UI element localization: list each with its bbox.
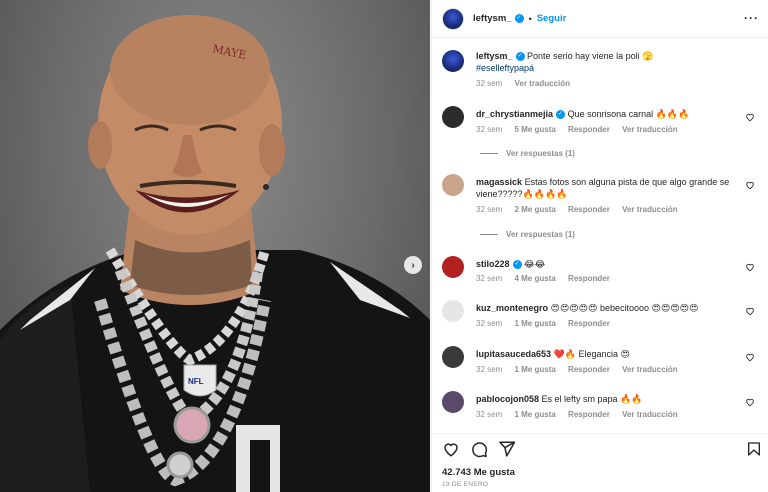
- comment-time[interactable]: 32 sem: [476, 410, 502, 419]
- verified-icon: ✓: [556, 110, 566, 120]
- caption-username[interactable]: leftysm_: [476, 51, 513, 61]
- post-header: leftysm_ ✓ • Seguir ···: [432, 0, 768, 38]
- bookmark-icon[interactable]: [746, 440, 762, 458]
- post-photo[interactable]: MAYE NFL ›: [0, 0, 430, 492]
- author-username[interactable]: leftysm_: [473, 13, 512, 24]
- chevron-right-icon: ›: [411, 259, 415, 271]
- heart-icon[interactable]: [745, 352, 755, 362]
- comment-text: dr_chrystianmejia ✓ Que sonrisona carnal …: [476, 108, 746, 120]
- comment-meta: 32 sem 5 Me gusta Responder Ver traducci…: [476, 125, 688, 134]
- comment-meta: 32 sem 4 Me gusta Responder: [476, 274, 620, 283]
- likes-count[interactable]: 42.743 Me gusta: [442, 467, 515, 478]
- reply-button[interactable]: Responder: [568, 125, 610, 134]
- comment-message: Es el lefty sm papa 🔥🔥: [541, 394, 643, 404]
- reply-button[interactable]: Responder: [568, 410, 610, 419]
- comment-time[interactable]: 32 sem: [476, 274, 502, 283]
- view-replies-button[interactable]: Ver respuestas (1): [480, 149, 575, 158]
- reply-button[interactable]: Responder: [568, 319, 610, 328]
- replies-divider: [480, 234, 498, 236]
- heart-icon[interactable]: [442, 440, 460, 458]
- comment-text: lupitasauceda653 ❤️🔥 Elegancia 😍: [476, 348, 746, 360]
- heart-icon[interactable]: [745, 112, 755, 122]
- reply-button[interactable]: Responder: [568, 205, 610, 214]
- verified-icon: ✓: [514, 14, 524, 23]
- post-date[interactable]: 19 DE ENERO: [442, 481, 488, 488]
- comment-likes[interactable]: 1 Me gusta: [514, 365, 555, 374]
- translate-button[interactable]: Ver traducción: [622, 410, 678, 419]
- comment-time[interactable]: 32 sem: [476, 365, 502, 374]
- comment-time[interactable]: 32 sem: [476, 319, 502, 328]
- action-bar: [432, 433, 768, 463]
- comment-username[interactable]: kuz_montenegro: [476, 303, 548, 313]
- comment-likes[interactable]: 5 Me gusta: [514, 125, 555, 134]
- caption-hashtag[interactable]: #eselleftypapá: [476, 63, 534, 73]
- translate-button[interactable]: Ver traducción: [622, 365, 678, 374]
- comment-icon[interactable]: [470, 440, 488, 458]
- comment-meta: 32 sem 2 Me gusta Responder Ver traducci…: [476, 205, 688, 214]
- translate-button[interactable]: Ver traducción: [622, 205, 678, 214]
- comment-meta: 32 sem 1 Me gusta Responder Ver traducci…: [476, 410, 688, 419]
- comment-message: 😂😂: [524, 259, 546, 269]
- post-photo-illustration: MAYE NFL: [0, 15, 430, 492]
- comment-text: stilo228 ✓ 😂😂: [476, 258, 746, 270]
- share-icon[interactable]: [498, 440, 516, 458]
- comment-text: magassick Estas fotos son alguna pista d…: [476, 176, 746, 200]
- commenter-avatar[interactable]: [442, 300, 464, 322]
- comment-username[interactable]: lupitasauceda653: [476, 349, 551, 359]
- comment-username[interactable]: magassick: [476, 177, 522, 187]
- separator-dot: •: [528, 13, 532, 24]
- comment-likes[interactable]: 2 Me gusta: [514, 205, 555, 214]
- comment-likes[interactable]: 1 Me gusta: [514, 319, 555, 328]
- commenter-avatar[interactable]: [442, 346, 464, 368]
- caption-text: leftysm_ ✓ Ponte serio hay viene la poli …: [476, 50, 746, 74]
- caption-meta: 32 sem Ver traducción: [476, 79, 580, 88]
- reply-button[interactable]: Responder: [568, 274, 610, 283]
- view-replies-label[interactable]: Ver respuestas (1): [506, 230, 575, 239]
- caption-translate[interactable]: Ver traducción: [514, 79, 570, 88]
- next-photo-button[interactable]: ›: [404, 256, 422, 274]
- comment-message: ❤️🔥 Elegancia 😍: [553, 349, 630, 359]
- caption-message: Ponte serio hay viene la poli 🫣: [527, 51, 654, 61]
- translate-button[interactable]: Ver traducción: [622, 125, 678, 134]
- commenter-avatar[interactable]: [442, 391, 464, 413]
- commenter-avatar[interactable]: [442, 106, 464, 128]
- svg-text:NFL: NFL: [188, 377, 204, 386]
- reply-button[interactable]: Responder: [568, 365, 610, 374]
- comments-list: leftysm_ ✓ Ponte serio hay viene la poli …: [432, 39, 768, 432]
- comment-time[interactable]: 32 sem: [476, 205, 502, 214]
- comment-text: kuz_montenegro 😍😍😍😍😍 bebecitoooo 😍😍😍😍😍: [476, 302, 746, 314]
- heart-icon[interactable]: [745, 397, 755, 407]
- comment-username[interactable]: pablocojon058: [476, 394, 539, 404]
- commenter-avatar[interactable]: [442, 256, 464, 278]
- verified-icon: ✓: [512, 260, 522, 270]
- comment-time[interactable]: 32 sem: [476, 125, 502, 134]
- comment-username[interactable]: stilo228: [476, 259, 510, 269]
- replies-divider: [480, 153, 498, 155]
- follow-button[interactable]: Seguir: [537, 13, 567, 24]
- comment-likes[interactable]: 1 Me gusta: [514, 410, 555, 419]
- comment-message: 😍😍😍😍😍 bebecitoooo 😍😍😍😍😍: [550, 303, 699, 313]
- commenter-avatar[interactable]: [442, 174, 464, 196]
- heart-icon[interactable]: [745, 306, 755, 316]
- author-avatar[interactable]: [442, 7, 464, 30]
- comment-text: pablocojon058 Es el lefty sm papa 🔥🔥: [476, 393, 746, 405]
- heart-icon[interactable]: [745, 262, 755, 272]
- comment-meta: 32 sem 1 Me gusta Responder: [476, 319, 620, 328]
- comment-likes[interactable]: 4 Me gusta: [514, 274, 555, 283]
- view-replies-label[interactable]: Ver respuestas (1): [506, 149, 575, 158]
- post-side-panel: leftysm_ ✓ • Seguir ··· leftysm_ ✓ Ponte …: [431, 0, 768, 492]
- heart-icon[interactable]: [745, 180, 755, 190]
- more-options-icon[interactable]: ···: [744, 11, 759, 25]
- verified-icon: ✓: [515, 52, 525, 62]
- comment-username[interactable]: dr_chrystianmejia: [476, 109, 553, 119]
- caption-time[interactable]: 32 sem: [476, 79, 502, 88]
- comment-meta: 32 sem 1 Me gusta Responder Ver traducci…: [476, 365, 688, 374]
- view-replies-button[interactable]: Ver respuestas (1): [480, 230, 575, 239]
- author-avatar[interactable]: [442, 50, 464, 72]
- comment-message: Que sonrisona carnal 🔥🔥🔥: [567, 109, 690, 119]
